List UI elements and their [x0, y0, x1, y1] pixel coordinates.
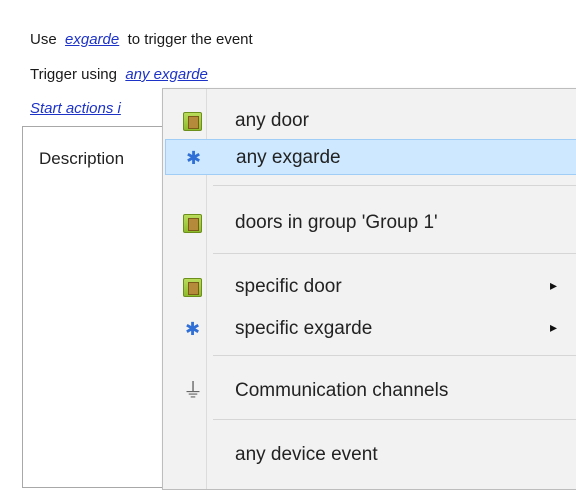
- menu-item-communication-channels[interactable]: ⏚ Communication channels: [165, 373, 576, 409]
- menu-item-label: doors in group 'Group 1': [235, 212, 438, 233]
- menu-item-label: any exgarde: [236, 147, 341, 168]
- use-device-line: Use exgarde to trigger the event: [30, 31, 253, 48]
- start-actions-line: Start actions i: [30, 100, 121, 117]
- menu-item-label: specific door: [235, 276, 342, 297]
- menu-item-specific-door[interactable]: specific door ▸: [165, 269, 576, 305]
- submenu-arrow-icon: ▸: [549, 319, 557, 335]
- door-icon: [183, 278, 202, 297]
- use-prefix: Use: [30, 31, 57, 48]
- device-type-link[interactable]: exgarde: [65, 31, 119, 48]
- menu-separator: [213, 419, 576, 420]
- door-icon: [183, 214, 202, 233]
- trigger-line: Trigger using any exgarde: [30, 66, 208, 83]
- submenu-arrow-icon: ▸: [549, 277, 557, 293]
- menu-separator: [213, 185, 576, 186]
- menu-item-any-exgarde[interactable]: ✱ any exgarde: [165, 139, 576, 175]
- menu-item-doors-in-group[interactable]: doors in group 'Group 1': [165, 205, 576, 241]
- menu-separator: [213, 253, 576, 254]
- menu-item-label: Communication channels: [235, 380, 449, 401]
- trigger-context-menu: any door ✱ any exgarde doors in group 'G…: [162, 88, 576, 490]
- description-label: Description: [39, 149, 125, 168]
- trigger-source-link[interactable]: any exgarde: [125, 66, 208, 83]
- start-actions-link[interactable]: Start actions i: [30, 100, 121, 117]
- puzzle-icon: ✱: [184, 319, 201, 339]
- use-suffix: to trigger the event: [127, 31, 253, 48]
- plug-icon: ⏚: [183, 380, 203, 402]
- puzzle-icon: ✱: [185, 148, 202, 168]
- trigger-prefix: Trigger using: [30, 66, 117, 83]
- menu-item-any-device-event[interactable]: any device event: [165, 437, 576, 473]
- menu-item-label: any device event: [235, 444, 378, 465]
- menu-separator: [213, 355, 576, 356]
- menu-item-any-door[interactable]: any door: [165, 103, 576, 139]
- menu-item-label: any door: [235, 110, 309, 131]
- menu-item-label: specific exgarde: [235, 318, 373, 339]
- door-icon: [183, 112, 202, 131]
- menu-item-specific-exgarde[interactable]: ✱ specific exgarde ▸: [165, 311, 576, 347]
